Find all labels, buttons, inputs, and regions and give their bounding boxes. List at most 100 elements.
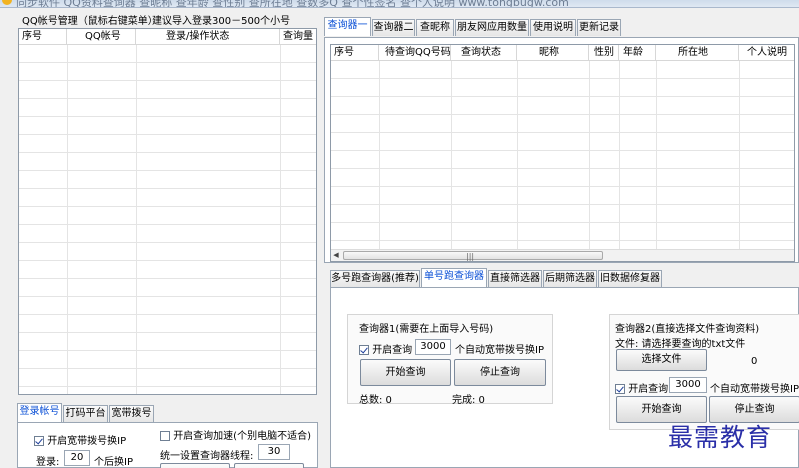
watermark-text: 最需教育 — [668, 423, 773, 452]
grid-line — [136, 45, 137, 394]
query1-stop-button[interactable]: 停止查询 — [454, 359, 546, 386]
tab-multi-account-query[interactable]: 多号跑查询器(推荐) — [330, 270, 420, 287]
login-accounts-panel: 开启宽带拨号换IP 开启查询加速(个别电脑不适合) 登录: 20 个后换IP 统… — [17, 422, 318, 468]
broadband-ip-checkbox[interactable]: 开启宽带拨号换IP — [34, 432, 126, 447]
table-row[interactable] — [19, 81, 316, 99]
main-tabs: 查询器一 查询器二 查昵称 朋友网应用数量 使用说明 更新记录 — [324, 17, 799, 38]
table-row[interactable] — [331, 115, 794, 133]
tab-nickname[interactable]: 查昵称 — [416, 19, 454, 36]
col-gender[interactable]: 性别 — [589, 45, 619, 61]
tab-single-account-query[interactable]: 单号跑查询器 — [421, 268, 487, 287]
tab-friends-apps[interactable]: 朋友网应用数量 — [455, 19, 529, 36]
tab-data-repair[interactable]: 旧数据修复器 — [598, 270, 662, 287]
tab-captcha-platform[interactable]: 打码平台 — [63, 405, 108, 422]
result-table-header: 序号 待查询QQ号码 查询状态 昵称 性别 年龄 所在地 个人说明 — [331, 45, 794, 61]
table-row[interactable] — [331, 61, 794, 79]
query2-file-label: 文件: 请选择要查询的txt文件 — [615, 339, 746, 350]
query-speedup-checkbox[interactable]: 开启查询加速(个别电脑不适合) — [160, 427, 311, 442]
table-row[interactable] — [19, 99, 316, 117]
col-personal-note[interactable]: 个人说明 — [739, 45, 794, 61]
left-panel-button-2[interactable] — [234, 463, 304, 468]
account-table[interactable]: 序号 QQ帐号 登录/操作状态 查询量 — [18, 28, 317, 395]
scrollbar-thumb[interactable]: ||| — [343, 251, 603, 261]
thread-count-input[interactable]: 30 — [258, 444, 290, 460]
col-age[interactable]: 年龄 — [619, 45, 656, 61]
query2-enable-checkbox[interactable]: 开启查询 — [615, 380, 668, 395]
col-qq-account[interactable]: QQ帐号 — [67, 29, 136, 45]
col-nickname[interactable]: 昵称 — [517, 45, 589, 61]
query1-enable-label: 开启查询 — [372, 345, 413, 356]
grid-line — [739, 61, 740, 249]
sub-tabs: 多号跑查询器(推荐) 单号跑查询器 直接筛选器 后期筛选器 旧数据修复器 — [330, 268, 799, 288]
query1-enable-checkbox[interactable]: 开启查询 — [359, 341, 412, 356]
scroll-left-arrow-icon[interactable]: ◀ — [331, 250, 341, 261]
col-query-count[interactable]: 查询量 — [280, 29, 316, 45]
tab-broadband-dial[interactable]: 宽带拨号 — [109, 405, 154, 422]
tab-post-filter[interactable]: 后期筛选器 — [543, 270, 597, 287]
table-row[interactable] — [331, 187, 794, 205]
query1-dial-suffix: 个自动宽带拨号换IP — [455, 345, 544, 356]
tab-query-1[interactable]: 查询器一 — [324, 17, 371, 36]
app-logo-icon — [2, 0, 12, 5]
login-count-input[interactable]: 20 — [64, 450, 90, 466]
tab-direct-filter[interactable]: 直接筛选器 — [488, 270, 542, 287]
table-row[interactable] — [19, 333, 316, 351]
col-index[interactable]: 序号 — [19, 29, 67, 45]
tab-login-accounts[interactable]: 登录帐号 — [17, 403, 62, 422]
grid-line — [619, 61, 620, 249]
grid-line — [589, 61, 590, 249]
checkbox-checked-icon — [615, 384, 625, 394]
table-row[interactable] — [19, 279, 316, 297]
tab-changelog[interactable]: 更新记录 — [577, 19, 621, 36]
query1-start-button[interactable]: 开始查询 — [360, 359, 451, 386]
table-row[interactable] — [19, 135, 316, 153]
col-index[interactable]: 序号 — [331, 45, 379, 61]
checkbox-checked-icon — [34, 436, 44, 446]
choose-file-button[interactable]: 选择文件 — [616, 349, 707, 371]
table-row[interactable] — [331, 97, 794, 115]
table-row[interactable] — [19, 261, 316, 279]
left-panel-button-1[interactable] — [160, 463, 230, 468]
query2-count-value: 0 — [751, 356, 758, 367]
table-row[interactable] — [331, 205, 794, 223]
table-row[interactable] — [19, 351, 316, 369]
checkbox-unchecked-icon — [160, 431, 170, 441]
col-qq-number[interactable]: 待查询QQ号码 — [379, 45, 451, 61]
query1-dial-count-input[interactable]: 3000 — [415, 339, 451, 355]
table-row[interactable] — [331, 223, 794, 241]
col-query-status[interactable]: 查询状态 — [451, 45, 517, 61]
table-row[interactable] — [19, 225, 316, 243]
table-row[interactable] — [19, 171, 316, 189]
horizontal-scrollbar[interactable]: ◀ ||| — [331, 249, 794, 261]
col-location[interactable]: 所在地 — [656, 45, 739, 61]
account-manager-label: QQ帐号管理（鼠标右键菜单） — [22, 16, 158, 27]
grid-line — [451, 61, 452, 249]
tab-instructions[interactable]: 使用说明 — [530, 19, 576, 36]
table-row[interactable] — [19, 207, 316, 225]
table-row[interactable] — [19, 387, 316, 394]
table-row[interactable] — [331, 133, 794, 151]
grid-line — [656, 61, 657, 249]
table-row[interactable] — [19, 63, 316, 81]
table-row[interactable] — [331, 79, 794, 97]
thread-count-label: 统一设置查询器线程: — [160, 451, 254, 462]
table-row[interactable] — [19, 45, 316, 63]
table-row[interactable] — [19, 315, 316, 333]
table-row[interactable] — [19, 117, 316, 135]
account-bottom-tabs: 登录帐号 打码平台 宽带拨号 — [17, 403, 317, 423]
login-count-suffix: 个后换IP — [94, 457, 133, 468]
table-row[interactable] — [331, 169, 794, 187]
query2-enable-label: 开启查询 — [628, 384, 669, 395]
table-row[interactable] — [19, 189, 316, 207]
table-row[interactable] — [19, 369, 316, 387]
table-row[interactable] — [19, 153, 316, 171]
result-table[interactable]: 序号 待查询QQ号码 查询状态 昵称 性别 年龄 所在地 个人说明 ◀ ||| — [330, 44, 795, 262]
table-row[interactable] — [331, 151, 794, 169]
scrollbar-grip-icon: ||| — [466, 252, 475, 261]
checkbox-checked-icon — [359, 345, 369, 355]
table-row[interactable] — [19, 243, 316, 261]
col-login-status[interactable]: 登录/操作状态 — [136, 29, 280, 45]
query2-dial-count-input[interactable]: 3000 — [669, 377, 707, 393]
table-row[interactable] — [19, 297, 316, 315]
tab-query-2[interactable]: 查询器二 — [372, 19, 415, 36]
